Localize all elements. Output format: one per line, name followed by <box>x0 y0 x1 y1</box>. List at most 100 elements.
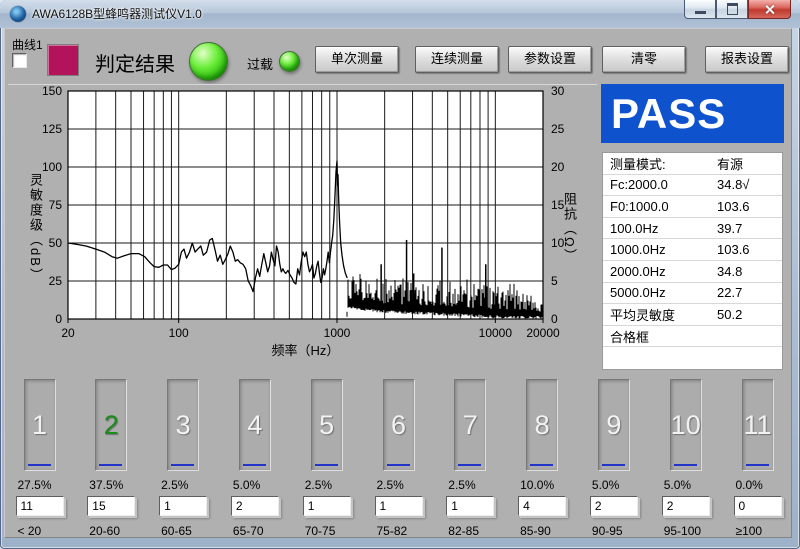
svg-text:100: 100 <box>42 160 62 174</box>
svg-text:15: 15 <box>551 198 565 212</box>
window-title: AWA6128B型蜂鸣器测试仪V1.0 <box>32 0 202 28</box>
maximize-icon <box>727 3 738 15</box>
result-label: Fc:2000.0 <box>603 177 717 192</box>
svg-text:0: 0 <box>551 312 558 326</box>
result-label: 5000.0Hz <box>603 285 717 300</box>
minimize-button[interactable] <box>684 0 716 19</box>
frequency-response-chart: 0255075100125150051015202530201001000100… <box>8 84 597 371</box>
result-label: 测量模式: <box>603 154 717 173</box>
result-value: 34.8√ <box>717 177 782 192</box>
result-value: 103.6 <box>717 242 782 257</box>
slider-range-label: 20-60 <box>89 524 159 538</box>
result-value: 39.7 <box>717 221 782 236</box>
level-slider-3[interactable]: 3 <box>167 379 199 471</box>
minimize-icon <box>695 11 706 14</box>
close-button[interactable] <box>748 0 791 19</box>
judge-result-led-icon <box>189 42 228 81</box>
slider-range-label: 85-90 <box>520 524 590 538</box>
slider-percent-label: 2.5% <box>161 478 231 492</box>
slider-percent-label: 2.5% <box>448 478 518 492</box>
results-table[interactable]: 测量模式:有源Fc:2000.034.8√F0:1000.0103.6100.0… <box>602 152 783 370</box>
slider-fill-indicator <box>746 464 769 466</box>
slider-fill-indicator <box>458 464 481 466</box>
slider-range-label: ≥100 <box>736 524 800 538</box>
slider-fill-indicator <box>315 464 338 466</box>
result-label: F0:1000.0 <box>603 199 717 214</box>
slider-count-input[interactable] <box>159 496 207 516</box>
slider-count-input[interactable] <box>16 496 64 516</box>
toolbar-button-3[interactable]: 清零 <box>602 46 686 73</box>
slider-range-label: 75-82 <box>377 524 447 538</box>
slider-count-input[interactable] <box>590 496 638 516</box>
level-slider-9[interactable]: 9 <box>598 379 630 471</box>
level-slider-1[interactable]: 1 <box>24 379 56 471</box>
level-slider-4[interactable]: 4 <box>239 379 271 471</box>
table-row: 测量模式:有源 <box>603 153 782 175</box>
slider-percent-label: 2.5% <box>305 478 375 492</box>
level-slider-2[interactable]: 2 <box>95 379 127 471</box>
slider-number: 1 <box>25 380 55 470</box>
result-label: 100.0Hz <box>603 221 717 236</box>
slider-number: 10 <box>671 380 701 470</box>
slider-number: 4 <box>240 380 270 470</box>
table-row: F0:1000.0103.6 <box>603 196 782 218</box>
level-slider-7[interactable]: 7 <box>454 379 486 471</box>
slider-range-label: 60-65 <box>161 524 231 538</box>
slider-count-input[interactable] <box>375 496 423 516</box>
svg-text:1000: 1000 <box>324 326 351 340</box>
curve-checkbox[interactable] <box>12 53 27 68</box>
slider-count-input[interactable] <box>87 496 135 516</box>
svg-text:频率（Hz）: 频率（Hz） <box>272 343 340 358</box>
slider-count-input[interactable] <box>662 496 710 516</box>
svg-text:20: 20 <box>61 326 75 340</box>
level-slider-5[interactable]: 5 <box>311 379 343 471</box>
curve-label: 曲线1 <box>12 36 43 53</box>
svg-text:5: 5 <box>551 274 558 288</box>
table-row: 平均灵敏度50.2 <box>603 304 782 326</box>
table-row: 5000.0Hz22.7 <box>603 283 782 305</box>
slider-count-input[interactable] <box>446 496 494 516</box>
table-row: 2000.0Hz34.8 <box>603 261 782 283</box>
slider-fill-indicator <box>171 464 194 466</box>
window-controls <box>684 0 791 19</box>
app-window: AWA6128B型蜂鸣器测试仪V1.0 曲线1 判定结果 过载 单次测量连续测量… <box>0 0 800 549</box>
slider-percent-label: 2.5% <box>377 478 447 492</box>
toolbar-button-4[interactable]: 报表设置 <box>705 46 789 73</box>
svg-text:75: 75 <box>49 198 63 212</box>
toolbar-button-2[interactable]: 参数设置 <box>508 46 592 73</box>
svg-text:20000: 20000 <box>526 326 560 340</box>
svg-text:25: 25 <box>49 274 63 288</box>
svg-text:100: 100 <box>169 326 189 340</box>
result-value: 103.6 <box>717 199 782 214</box>
slider-count-input[interactable] <box>518 496 566 516</box>
svg-text:50: 50 <box>49 236 63 250</box>
curve-color-swatch <box>47 44 79 76</box>
slider-fill-indicator <box>530 464 553 466</box>
toolbar-button-0[interactable]: 单次测量 <box>315 46 399 73</box>
level-slider-8[interactable]: 8 <box>526 379 558 471</box>
level-slider-10[interactable]: 10 <box>670 379 702 471</box>
close-icon <box>763 3 776 16</box>
result-value: 50.2 <box>717 307 782 322</box>
level-slider-11[interactable]: 11 <box>742 379 774 471</box>
slider-range-label: 82-85 <box>448 524 518 538</box>
svg-text:150: 150 <box>42 84 62 98</box>
slider-range-label: 70-75 <box>305 524 375 538</box>
level-slider-6[interactable]: 6 <box>383 379 415 471</box>
slider-number: 6 <box>384 380 414 470</box>
result-label: 2000.0Hz <box>603 264 717 279</box>
slider-fill-indicator <box>387 464 410 466</box>
maximize-button[interactable] <box>716 0 748 19</box>
svg-text:20: 20 <box>551 160 565 174</box>
slider-fill-indicator <box>602 464 625 466</box>
slider-count-input[interactable] <box>303 496 351 516</box>
table-row: 合格框 <box>603 326 782 348</box>
title-bar[interactable]: AWA6128B型蜂鸣器测试仪V1.0 <box>0 0 800 28</box>
svg-text:25: 25 <box>551 122 565 136</box>
slider-fill-indicator <box>243 464 266 466</box>
slider-range-label: 95-100 <box>664 524 734 538</box>
slider-count-input[interactable] <box>734 496 782 516</box>
slider-count-input[interactable] <box>231 496 279 516</box>
toolbar-button-1[interactable]: 连续测量 <box>415 46 499 73</box>
slider-range-label: 90-95 <box>592 524 662 538</box>
